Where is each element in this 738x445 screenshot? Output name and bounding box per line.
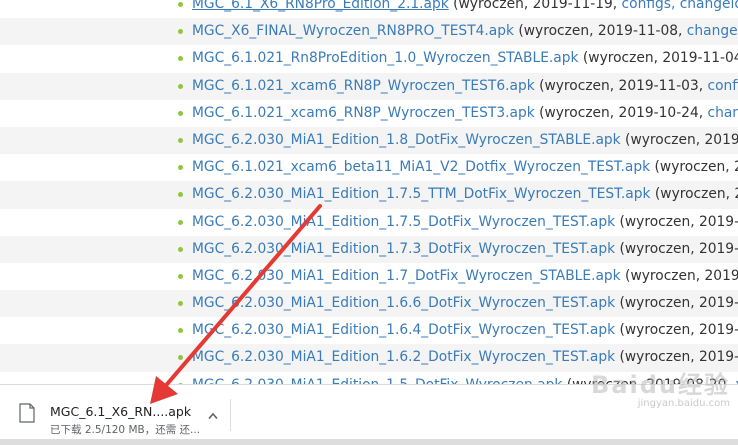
bullet-icon bbox=[178, 165, 183, 171]
file-entry: MGC_6.2.030_MiA1_Edition_1.7.5_DotFix_Wy… bbox=[192, 209, 738, 236]
file-row: MGC_6.1.021_Rn8ProEdition_1.0_Wyroczen_S… bbox=[0, 45, 738, 72]
file-link[interactable]: MGC_6.1.021_xcam6_RN8P_Wyroczen_TEST6.ap… bbox=[192, 78, 535, 94]
file-row: MGC_X6_FINAL_Wyroczen_RN8PRO_TEST4.apk (… bbox=[0, 18, 738, 46]
file-link[interactable]: MGC_6.2.030_MiA1_Edition_1.7.5_TTM_DotFi… bbox=[192, 186, 651, 202]
download-bar-divider bbox=[230, 399, 231, 431]
bullet-icon bbox=[178, 301, 183, 307]
watermark-logo: Baidu经验 bbox=[591, 371, 730, 399]
file-link[interactable]: MGC_6.2.030_MiA1_Edition_1.6.6_DotFix_Wy… bbox=[192, 295, 615, 311]
file-entry: MGC_6.2.030_MiA1_Edition_1.7.5_TTM_DotFi… bbox=[192, 181, 738, 208]
document-icon bbox=[19, 403, 35, 423]
window-bottom-edge bbox=[0, 439, 738, 445]
baidu-jingyan-watermark: Baidu经验 jingyan.baidu.com bbox=[591, 372, 730, 409]
file-row: MGC_6.2.030_MiA1_Edition_1.6.2_DotFix_Wy… bbox=[0, 344, 738, 372]
watermark-url: jingyan.baidu.com bbox=[637, 398, 730, 409]
file-list: MGC_6.1_X6_RN8Pro_Edition_2.1.apk (wyroc… bbox=[0, 0, 738, 399]
file-extra-link[interactable]: changel bbox=[687, 23, 738, 39]
file-entry: MGC_6.1.021_xcam6_RN8P_Wyroczen_TEST6.ap… bbox=[192, 73, 738, 100]
bullet-icon bbox=[178, 83, 183, 89]
download-filename: MGC_6.1_X6_RN....apk bbox=[50, 404, 192, 419]
file-row: MGC_6.2.030_MiA1_Edition_1.6.4_DotFix_Wy… bbox=[0, 317, 738, 344]
file-extra-link[interactable]: config bbox=[708, 78, 738, 94]
file-row: MGC_6.2.030_MiA1_Edition_1.7.3_DotFix_Wy… bbox=[0, 235, 738, 263]
bullet-icon bbox=[178, 110, 183, 116]
file-entry: MGC_6.1_X6_RN8Pro_Edition_2.1.apk (wyroc… bbox=[192, 0, 738, 18]
file-row: MGC_6.2.030_MiA1_Edition_1.7.5_TTM_DotFi… bbox=[0, 181, 738, 209]
file-entry: MGC_6.2.030_MiA1_Edition_1.7.3_DotFix_Wy… bbox=[192, 236, 738, 263]
file-meta: (wyroczen, 2019-0 bbox=[615, 295, 738, 312]
file-row: MGC_6.1_X6_RN8Pro_Edition_2.1.apk (wyroc… bbox=[0, 0, 738, 18]
file-link[interactable]: MGC_6.1.021_Rn8ProEdition_1.0_Wyroczen_S… bbox=[192, 50, 579, 66]
file-row: MGC_6.2.030_MiA1_Edition_1.6.6_DotFix_Wy… bbox=[0, 290, 738, 318]
bullet-icon bbox=[178, 29, 183, 35]
bullet-icon bbox=[178, 2, 183, 7]
file-entry: MGC_6.2.030_MiA1_Edition_1.6.4_DotFix_Wy… bbox=[192, 317, 738, 344]
bullet-icon bbox=[178, 137, 183, 143]
file-meta: (wyroczen, 2 bbox=[650, 159, 738, 176]
file-link[interactable]: MGC_6.1.021_xcam6_beta11_MiA1_V2_Dotfix_… bbox=[192, 159, 650, 175]
bullet-icon bbox=[178, 355, 183, 361]
file-entry: MGC_6.1.021_xcam6_RN8P_Wyroczen_TEST3.ap… bbox=[192, 100, 738, 127]
file-extra-link[interactable]: configs, changelo bbox=[622, 0, 738, 12]
file-link[interactable]: MGC_6.2.030_MiA1_Edition_1.6.4_DotFix_Wy… bbox=[192, 322, 615, 338]
bullet-icon bbox=[178, 56, 183, 62]
file-entry: MGC_6.2.030_MiA1_Edition_1.8_DotFix_Wyro… bbox=[192, 127, 738, 154]
bullet-icon bbox=[178, 219, 183, 225]
bullet-icon bbox=[178, 328, 183, 334]
file-link[interactable]: MGC_6.2.030_MiA1_Edition_1.8_DotFix_Wyro… bbox=[192, 132, 621, 148]
file-entry: MGC_6.2.030_MiA1_Edition_1.6.6_DotFix_Wy… bbox=[192, 290, 738, 317]
file-meta: (wyroczen, 2019-10-24, bbox=[534, 104, 708, 121]
file-row: MGC_6.2.030_MiA1_Edition_1.8_DotFix_Wyro… bbox=[0, 126, 738, 155]
file-meta: (wyroczen, 2019-0 bbox=[615, 213, 738, 230]
file-row: MGC_6.1.021_xcam6_beta11_MiA1_V2_Dotfix_… bbox=[0, 154, 738, 181]
file-extra-link[interactable]: chang bbox=[708, 105, 738, 121]
file-entry: MGC_6.1.021_xcam6_beta11_MiA1_V2_Dotfix_… bbox=[192, 154, 738, 181]
file-meta: (wyroczen, 2019- bbox=[620, 131, 738, 148]
file-meta: (wyroczen, 2019- bbox=[620, 267, 738, 284]
chevron-up-icon[interactable] bbox=[208, 412, 218, 420]
file-meta: (wyroczen, 2019-0 bbox=[615, 240, 738, 257]
file-entry: MGC_X6_FINAL_Wyroczen_RN8PRO_TEST4.apk (… bbox=[192, 18, 738, 45]
file-link[interactable]: MGC_6.2.030_MiA1_Edition_1.7.3_DotFix_Wy… bbox=[192, 241, 615, 257]
file-row: MGC_6.2.030_MiA1_Edition_1.7_DotFix_Wyro… bbox=[0, 263, 738, 290]
file-meta: (wyroczen, 2019-11-19, bbox=[448, 0, 622, 12]
file-link[interactable]: MGC_X6_FINAL_Wyroczen_RN8PRO_TEST4.apk bbox=[192, 23, 514, 39]
file-link[interactable]: MGC_6.2.030_MiA1_Edition_1.7.5_DotFix_Wy… bbox=[192, 214, 615, 230]
file-link[interactable]: MGC_6.1_X6_RN8Pro_Edition_2.1.apk bbox=[192, 0, 449, 12]
file-meta: (wyroczen, 2019-11-04, bbox=[578, 50, 738, 67]
download-status: 已下载 2.5/120 MB，还需 还... bbox=[50, 424, 201, 436]
bullet-icon bbox=[178, 273, 183, 279]
file-meta: (wyroczen, 2019-11-08, bbox=[513, 23, 687, 40]
bullet-icon bbox=[178, 192, 183, 198]
file-link[interactable]: MGC_6.2.030_MiA1_Edition_1.6.2_DotFix_Wy… bbox=[192, 349, 615, 365]
file-row: MGC_6.1.021_xcam6_RN8P_Wyroczen_TEST3.ap… bbox=[0, 100, 738, 127]
file-row: MGC_6.2.030_MiA1_Edition_1.7.5_DotFix_Wy… bbox=[0, 209, 738, 236]
file-entry: MGC_6.2.030_MiA1_Edition_1.7_DotFix_Wyro… bbox=[192, 263, 738, 290]
file-entry: MGC_6.2.030_MiA1_Edition_1.6.2_DotFix_Wy… bbox=[192, 344, 738, 371]
file-meta: (wyroczen, 2019-11-03, bbox=[534, 77, 708, 94]
download-item[interactable]: MGC_6.1_X6_RN....apk 已下载 2.5/120 MB，还需 还… bbox=[10, 391, 230, 437]
file-link[interactable]: MGC_6.2.030_MiA1_Edition_1.7_DotFix_Wyro… bbox=[192, 268, 621, 284]
file-row: MGC_6.1.021_xcam6_RN8P_Wyroczen_TEST6.ap… bbox=[0, 72, 738, 100]
file-link[interactable]: MGC_6.1.021_xcam6_RN8P_Wyroczen_TEST3.ap… bbox=[192, 105, 535, 121]
file-entry: MGC_6.1.021_Rn8ProEdition_1.0_Wyroczen_S… bbox=[192, 45, 738, 72]
file-meta: (wyroczen, 2019-0 bbox=[615, 322, 738, 339]
file-meta: (wyroczen, 2 bbox=[650, 186, 738, 203]
file-meta: (wyroczen, 2019-0 bbox=[615, 349, 738, 366]
bullet-icon bbox=[178, 246, 183, 252]
